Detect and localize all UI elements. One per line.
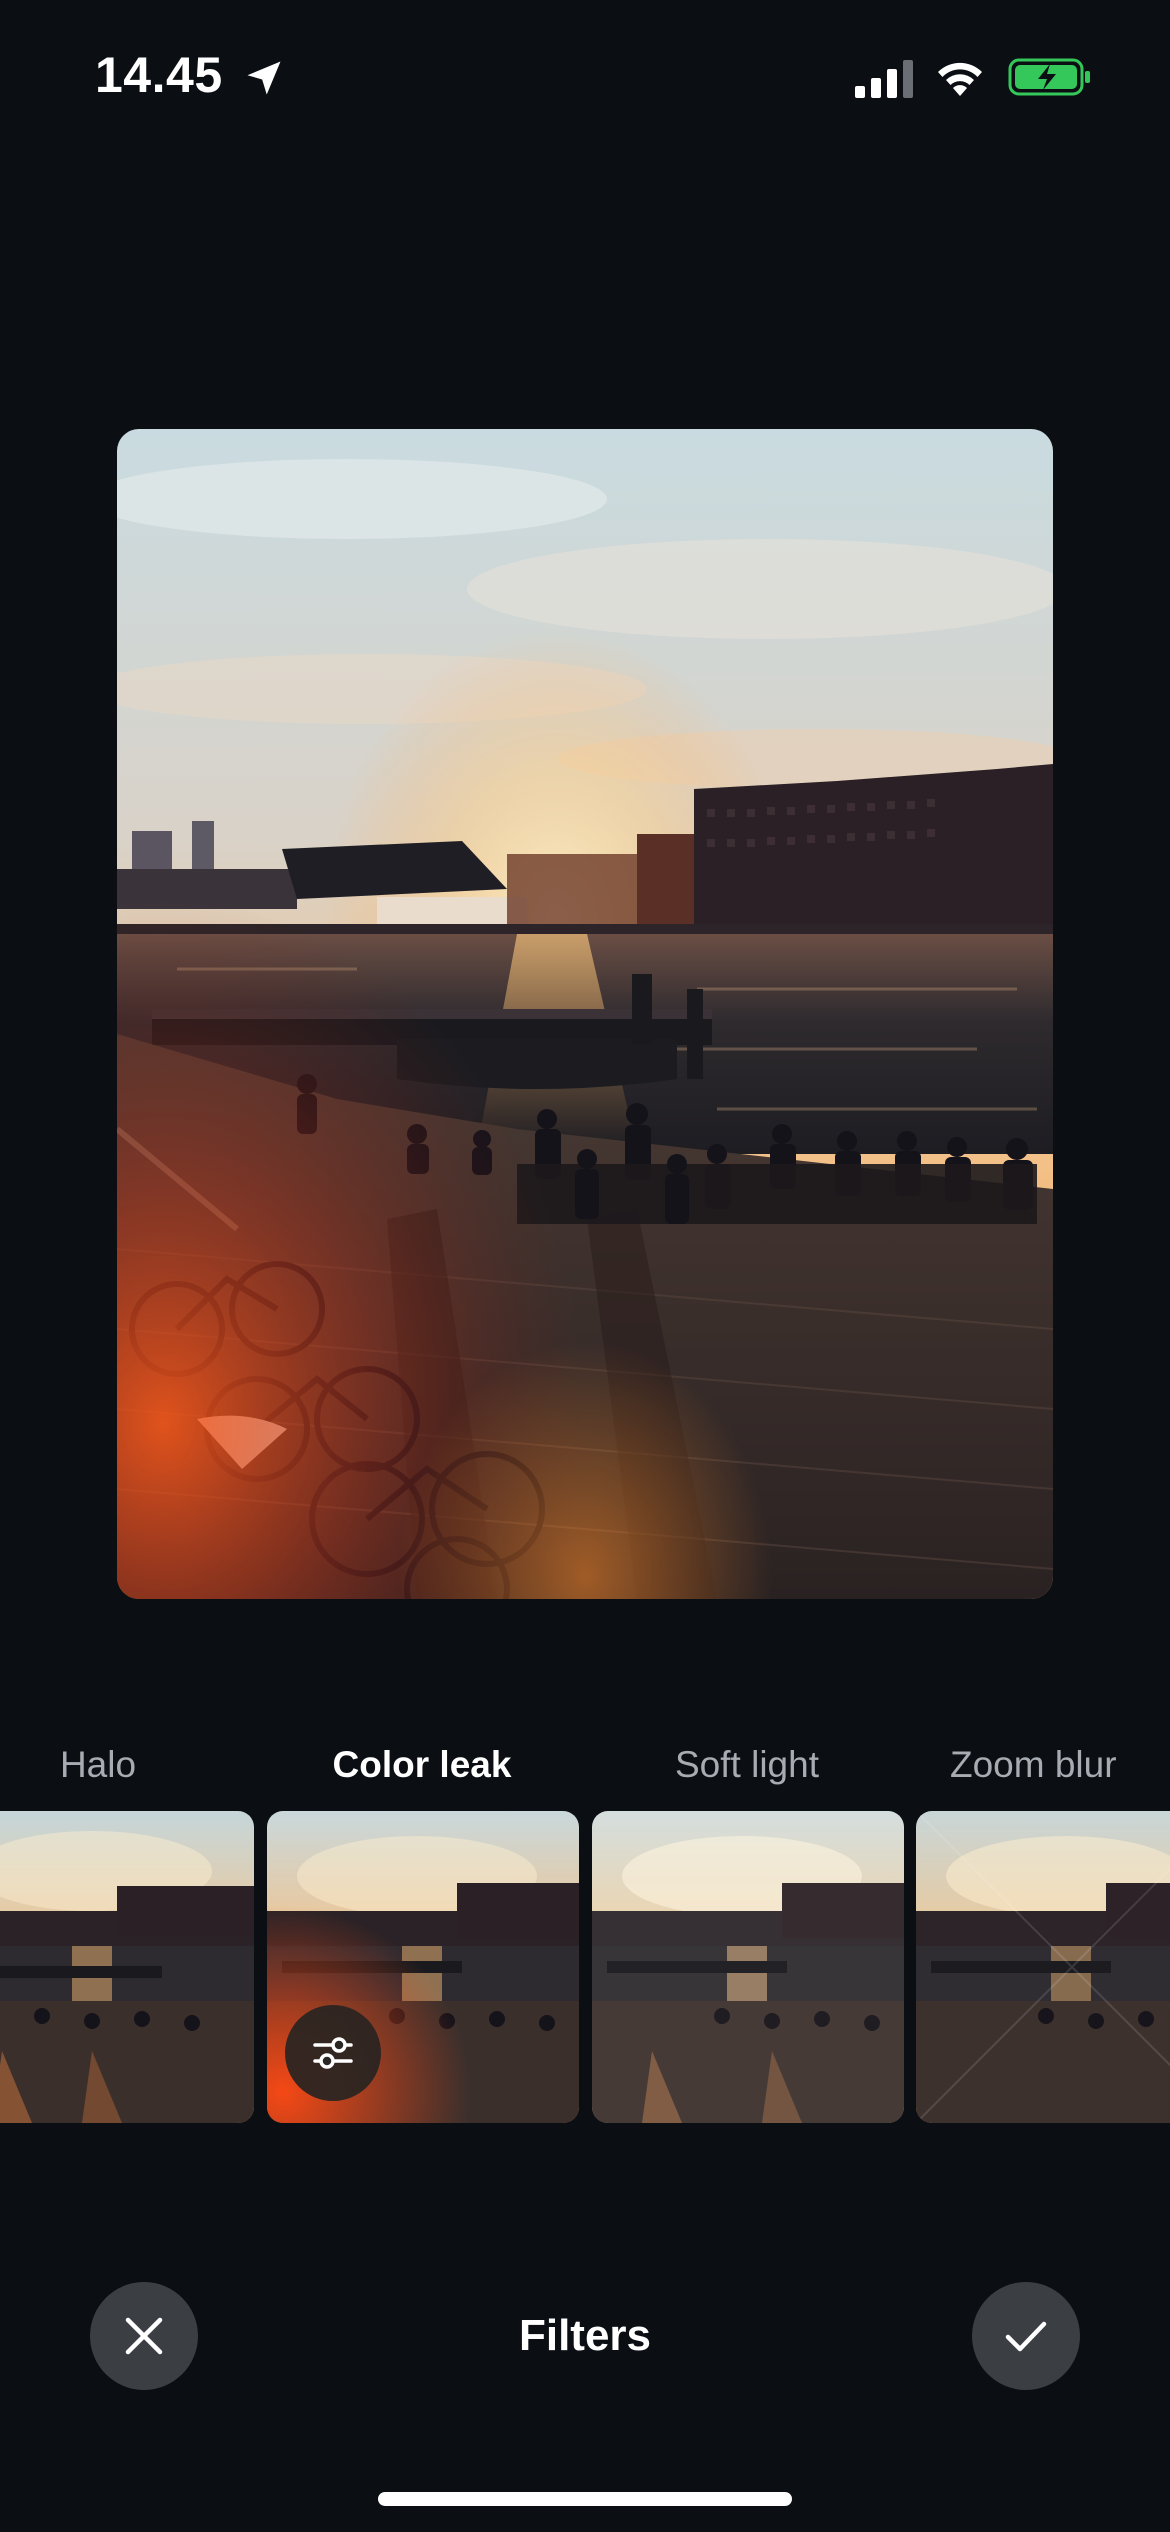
sliders-icon: [313, 2037, 353, 2069]
battery-charging-icon: [1008, 58, 1090, 96]
filter-label-zoom-blur[interactable]: Zoom blur: [950, 1740, 1170, 1790]
filter-label-soft-light[interactable]: Soft light: [597, 1740, 897, 1790]
filter-thumb-soft-light[interactable]: [592, 1811, 904, 2123]
photo-preview-image: [117, 429, 1053, 1599]
filters-screen: 14.45 Halo Color leak Soft light Zoom bl…: [0, 0, 1170, 2532]
photo-preview: [117, 429, 1053, 1599]
home-indicator[interactable]: [378, 2492, 792, 2506]
adjust-filter-button[interactable]: [285, 2005, 381, 2101]
confirm-button[interactable]: [972, 2282, 1080, 2390]
filter-thumb-halo[interactable]: [0, 1811, 254, 2123]
filter-label-halo[interactable]: Halo: [37, 1740, 159, 1790]
location-arrow-icon: [247, 61, 281, 95]
filter-thumb-halo-image: [0, 1811, 254, 2123]
filter-label-color-leak[interactable]: Color leak: [272, 1740, 572, 1790]
close-icon: [125, 2317, 163, 2355]
cancel-button[interactable]: [90, 2282, 198, 2390]
cellular-signal-icon: [855, 60, 913, 98]
filter-thumb-zoom-blur[interactable]: [916, 1811, 1170, 2123]
status-time: 14.45: [95, 47, 223, 103]
wifi-icon: [938, 62, 982, 96]
checkmark-icon: [1005, 2321, 1047, 2352]
page-title: Filters: [518, 2311, 652, 2360]
filter-thumb-soft-light-image: [592, 1811, 904, 2123]
filter-thumb-zoom-blur-image: [916, 1811, 1170, 2123]
